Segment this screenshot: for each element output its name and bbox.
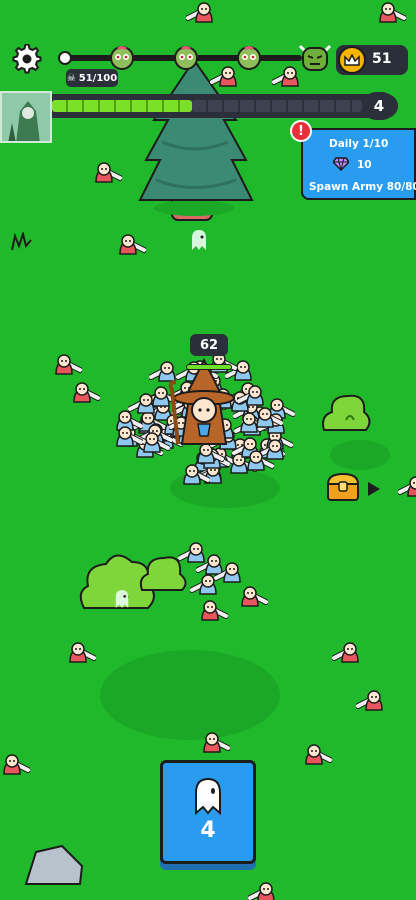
enemy-zombie — [248, 882, 275, 900]
daily-quest-task: Spawn Army 80/80 — [309, 181, 416, 193]
army-count: 62 — [190, 334, 228, 356]
daily-quest-reward: 10 — [357, 159, 372, 171]
enemy-zombie — [241, 586, 268, 607]
enemy-zombie — [203, 732, 230, 753]
zombie-head-icon — [174, 46, 198, 70]
zombie-head-icon — [237, 46, 261, 70]
hero-portrait[interactable] — [0, 91, 52, 143]
daily-quest-title: Daily 1/10 — [329, 138, 389, 150]
army-soldier — [190, 574, 217, 595]
alert-badge: ! — [290, 120, 312, 142]
enemy-zombie — [356, 690, 383, 711]
army-soldier — [128, 393, 155, 414]
army-hp-fill — [187, 365, 231, 369]
daily-quest-panel[interactable]: Daily 1/10 10 Spawn Army 80/80 — [301, 128, 416, 200]
ghost-icon — [115, 590, 129, 608]
army-soldier — [247, 450, 274, 471]
ghost-icon — [192, 230, 206, 250]
gear-icon[interactable] — [12, 44, 42, 74]
enemy-zombie — [55, 354, 82, 375]
wizard-hero — [168, 358, 235, 445]
rock — [24, 844, 84, 885]
pointer-arrow-icon — [368, 482, 380, 496]
treasure-chest-icon[interactable] — [326, 472, 360, 502]
zombie-boss-icon — [298, 44, 332, 71]
enemy-zombie — [186, 2, 213, 23]
crown-coin-icon — [338, 46, 366, 74]
kill-counter-text: 51/100 — [78, 72, 118, 84]
spawn-ghost-count: 4 — [200, 818, 216, 843]
xp-bar-empty — [192, 100, 362, 112]
enemy-zombie — [3, 754, 30, 775]
enemy-zombie — [69, 642, 96, 663]
enemy-zombie — [95, 162, 122, 183]
ground-shadow — [100, 650, 280, 740]
army-soldier — [256, 407, 283, 428]
skull-icon: ☠ — [66, 72, 76, 84]
bush — [322, 394, 371, 431]
enemy-zombie — [379, 2, 406, 23]
zombie-head-icon — [110, 46, 134, 70]
ghost-icon — [195, 777, 221, 815]
hero-level: 4 — [362, 92, 396, 120]
army-soldier — [116, 426, 143, 447]
grass-tuft — [11, 232, 32, 251]
ground-shadow — [330, 440, 390, 470]
spawn-ghost-button[interactable] — [160, 760, 256, 864]
enemy-zombie — [73, 382, 100, 403]
enemy-zombie — [332, 642, 359, 663]
wave-progress-marker — [58, 51, 72, 65]
kill-counter: ☠ 51/100 — [66, 69, 118, 87]
enemy-zombie — [398, 476, 416, 497]
enemy-zombie — [119, 234, 146, 255]
enemy-zombie — [201, 600, 228, 621]
enemy-zombie — [305, 744, 332, 765]
coin-count: 51 — [372, 51, 392, 67]
gem-icon — [333, 157, 349, 171]
xp-bar-fill — [52, 100, 192, 112]
